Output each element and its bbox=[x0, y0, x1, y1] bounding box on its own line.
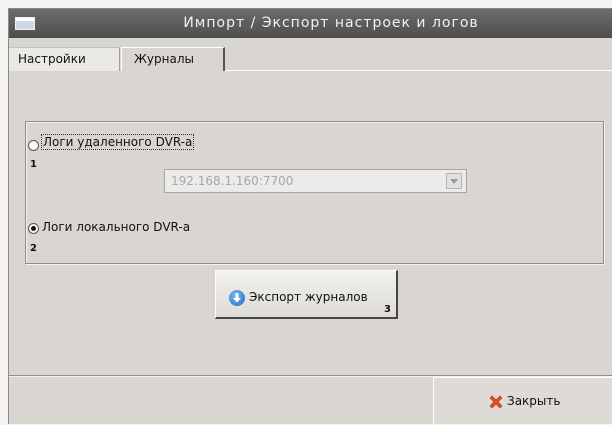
title-bar[interactable]: Импорт / Экспорт настроек и логов bbox=[9, 9, 612, 38]
tab-bar: Настройки Журналы bbox=[9, 47, 612, 71]
close-button[interactable]: Закрыть bbox=[433, 377, 612, 424]
tab-settings[interactable]: Настройки bbox=[9, 47, 120, 71]
window-title: Импорт / Экспорт настроек и логов bbox=[183, 15, 479, 31]
close-button-label: Закрыть bbox=[507, 394, 561, 408]
tab-logs[interactable]: Журналы bbox=[121, 47, 225, 71]
local-logs-radio[interactable] bbox=[28, 223, 39, 234]
local-logs-label[interactable]: Логи локального DVR-а bbox=[42, 220, 190, 234]
remote-logs-label[interactable]: Логи удаленного DVR-а bbox=[40, 134, 195, 150]
export-logs-label: Экспорт журналов bbox=[249, 290, 368, 304]
tab-divider bbox=[225, 70, 612, 71]
dialog-window: Импорт / Экспорт настроек и логов Настро… bbox=[8, 8, 612, 424]
remote-address-value: 192.168.1.160:7700 bbox=[171, 174, 294, 188]
export-logs-button[interactable]: Экспорт журналов 3 bbox=[215, 270, 398, 319]
marker-2: 2 bbox=[30, 243, 37, 254]
marker-1: 1 bbox=[30, 159, 37, 170]
red-x-icon bbox=[489, 395, 503, 409]
remote-logs-radio[interactable] bbox=[28, 140, 39, 151]
marker-3: 3 bbox=[384, 304, 391, 315]
remote-address-combo[interactable]: 192.168.1.160:7700 bbox=[164, 169, 467, 193]
download-arrow-icon bbox=[229, 290, 245, 306]
chevron-down-icon[interactable] bbox=[446, 173, 462, 189]
